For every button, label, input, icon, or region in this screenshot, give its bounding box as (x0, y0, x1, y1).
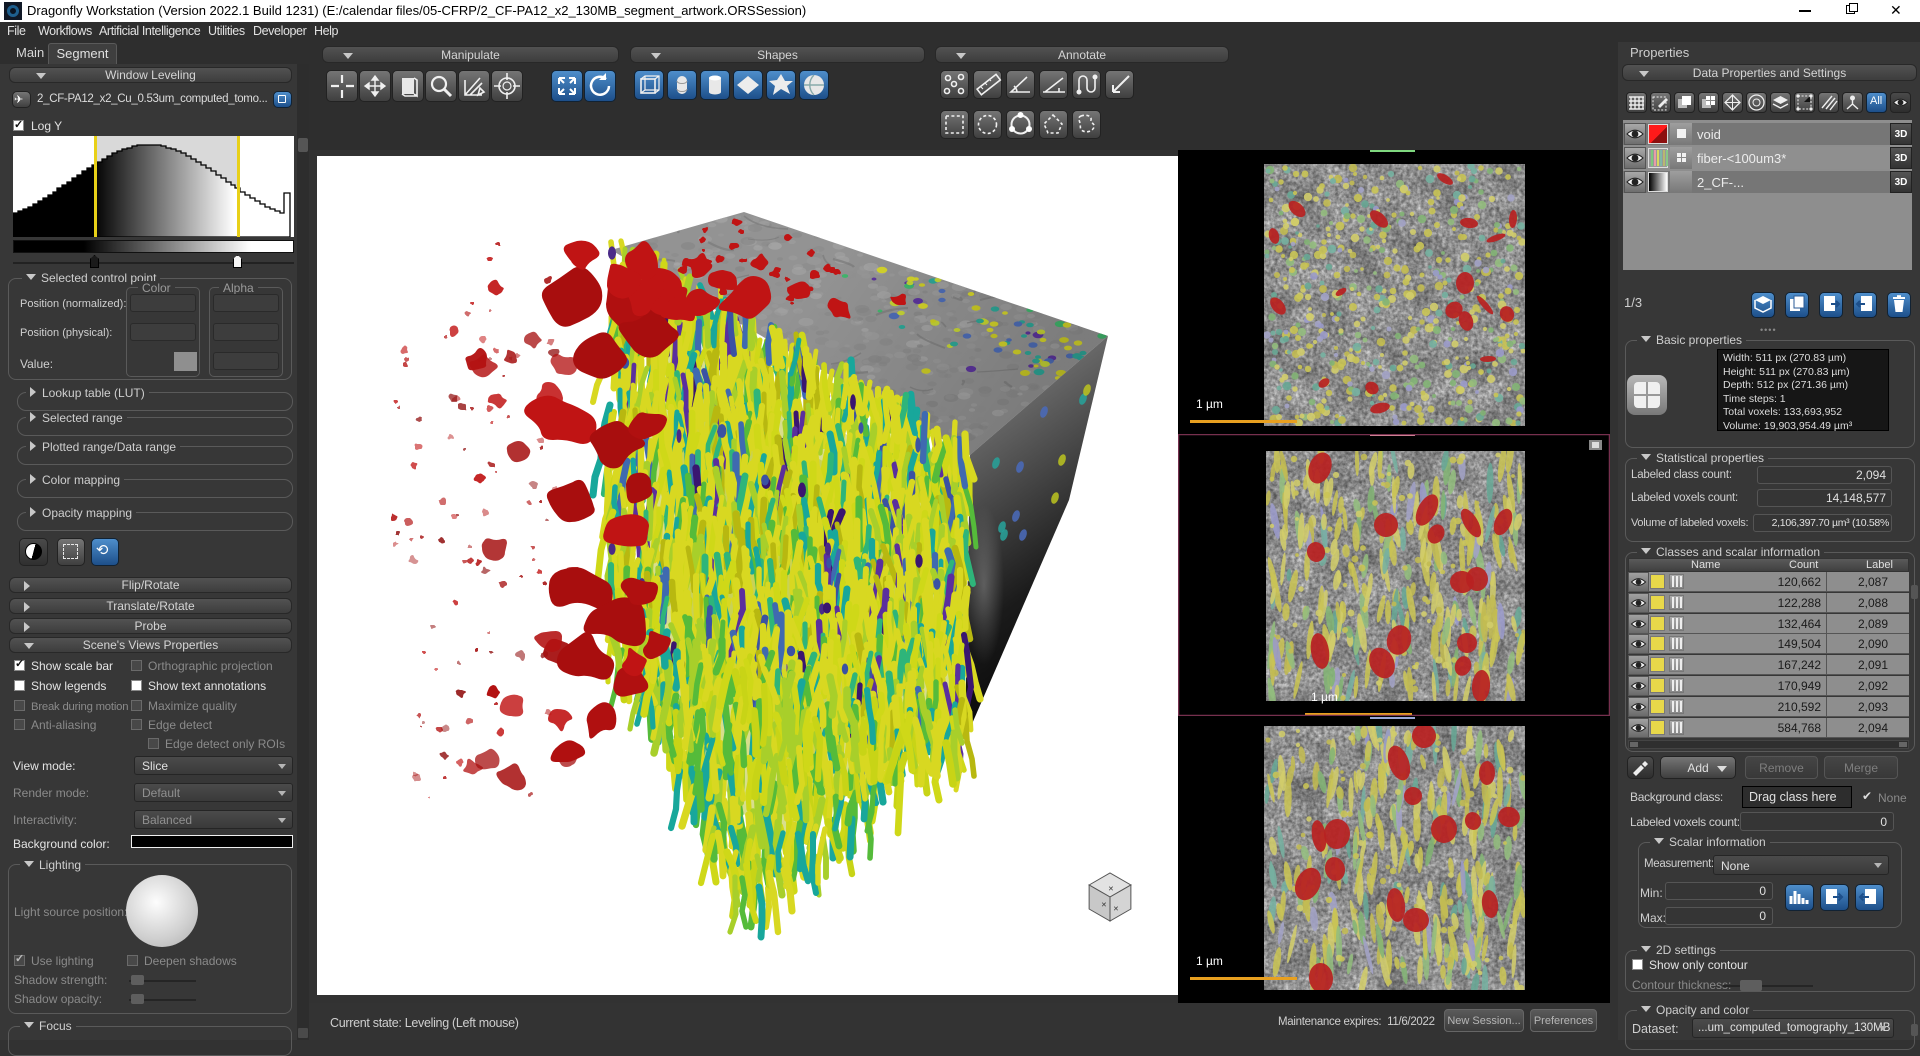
svg-text:1 µm: 1 µm (1311, 690, 1338, 704)
svg-text:1 µm: 1 µm (1196, 397, 1223, 411)
svg-text:✕: ✕ (1101, 902, 1107, 909)
svg-text:✕: ✕ (1108, 886, 1114, 893)
svg-text:✕: ✕ (1113, 906, 1119, 913)
svg-text:1 µm: 1 µm (1196, 954, 1223, 968)
